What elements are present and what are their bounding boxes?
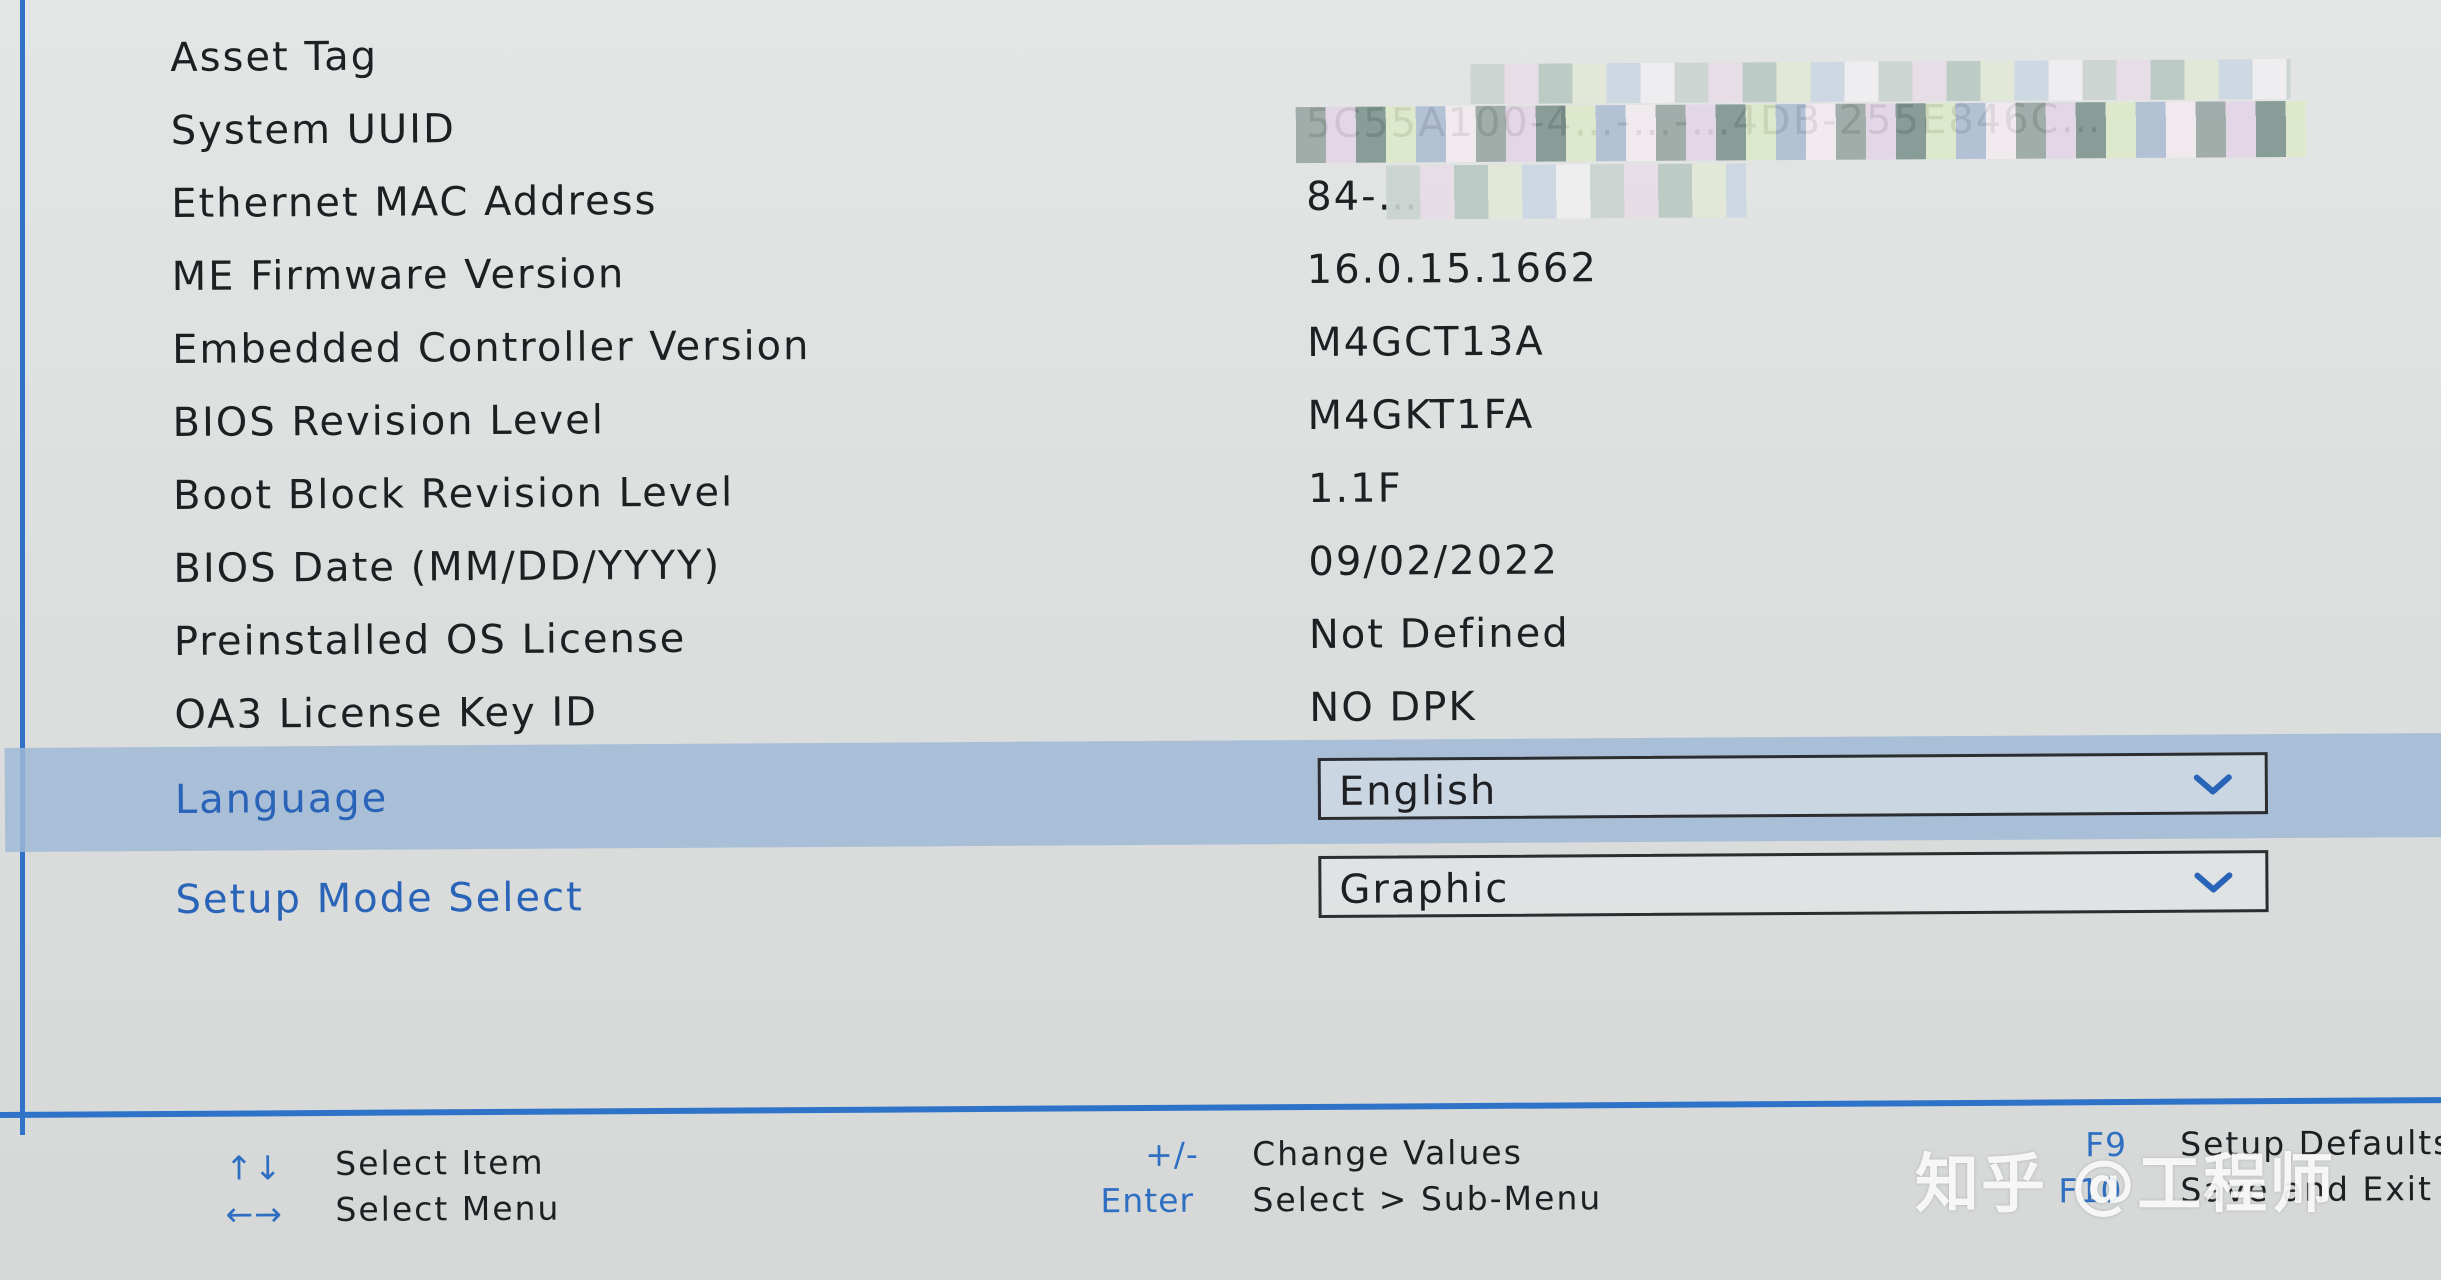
row-bios-revision: BIOS Revision Level M4GKT1FA <box>2 372 2441 459</box>
label-oa3-license-key: OA3 License Key ID <box>174 689 599 738</box>
setup-mode-selected-value: Graphic <box>1339 865 1510 913</box>
help-key-enter: Enter <box>1100 1180 1195 1221</box>
value-oa3-license-key: NO DPK <box>1309 683 1477 732</box>
up-down-arrow-icon: ↑↓ <box>225 1148 283 1188</box>
label-asset-tag: Asset Tag <box>170 33 379 81</box>
row-system-uuid: System UUID 5C55A100-4…-…-…4DB-255E846C… <box>1 59 2441 167</box>
value-preinstalled-os-license: Not Defined <box>1308 610 1570 659</box>
language-selected-value: English <box>1338 767 1498 815</box>
zhihu-watermark: 知乎 @工程师 <box>1915 1148 2336 1222</box>
mac-redaction-mosaic <box>1386 163 1747 220</box>
frame-bottom-border <box>0 1097 2441 1118</box>
help-select-submenu: Select > Sub-Menu <box>1252 1178 1603 1220</box>
row-bios-date: BIOS Date (MM/DD/YYYY) 09/02/2022 <box>3 518 2441 605</box>
row-ethernet-mac: Ethernet MAC Address 84-… <box>1 153 2441 240</box>
bios-screen: Asset Tag System UUID 5C55A100-4…-…-…4DB… <box>0 0 2441 1280</box>
language-dropdown[interactable]: English <box>1317 752 2269 820</box>
row-me-firmware: ME Firmware Version 16.0.15.1662 <box>1 226 2441 313</box>
label-system-uuid: System UUID <box>170 106 456 154</box>
row-embedded-controller: Embedded Controller Version M4GCT13A <box>2 299 2441 386</box>
value-me-firmware: 16.0.15.1662 <box>1306 245 1598 294</box>
setting-setup-mode[interactable]: Setup Mode Select Graphic <box>5 837 2441 952</box>
label-embedded-controller: Embedded Controller Version <box>172 323 811 373</box>
value-bios-date: 09/02/2022 <box>1308 537 1560 586</box>
label-ethernet-mac: Ethernet MAC Address <box>171 177 658 227</box>
help-select-menu: Select Menu <box>335 1188 561 1229</box>
uuid-redaction-mosaic <box>1295 100 2307 164</box>
label-language: Language <box>174 775 389 823</box>
label-bios-date: BIOS Date (MM/DD/YYYY) <box>173 542 722 592</box>
help-select-item: Select Item <box>335 1142 545 1183</box>
chevron-down-icon <box>2193 774 2232 795</box>
label-bios-revision: BIOS Revision Level <box>172 397 606 446</box>
row-boot-block-revision: Boot Block Revision Level 1.1F <box>3 445 2441 532</box>
value-boot-block-revision: 1.1F <box>1307 465 1403 513</box>
label-boot-block-revision: Boot Block Revision Level <box>172 469 735 519</box>
system-information-list: Asset Tag System UUID 5C55A100-4…-…-…4DB… <box>0 0 2441 1100</box>
setup-mode-dropdown[interactable]: Graphic <box>1318 850 2269 918</box>
chevron-down-icon <box>2194 872 2233 893</box>
uuid-redaction-mosaic-top <box>1470 59 2291 105</box>
row-preinstalled-os-license: Preinstalled OS License Not Defined <box>4 591 2441 678</box>
setting-language[interactable]: Language English <box>4 733 2441 852</box>
label-me-firmware: ME Firmware Version <box>171 251 626 300</box>
value-bios-revision: M4GKT1FA <box>1307 391 1535 440</box>
label-setup-mode: Setup Mode Select <box>175 874 584 923</box>
help-change-values: Change Values <box>1252 1132 1523 1174</box>
label-preinstalled-os-license: Preinstalled OS License <box>173 615 687 665</box>
left-right-arrow-icon: ←→ <box>225 1194 283 1234</box>
help-key-plus-minus: +/- <box>1145 1134 1199 1175</box>
value-embedded-controller: M4GCT13A <box>1306 318 1545 367</box>
